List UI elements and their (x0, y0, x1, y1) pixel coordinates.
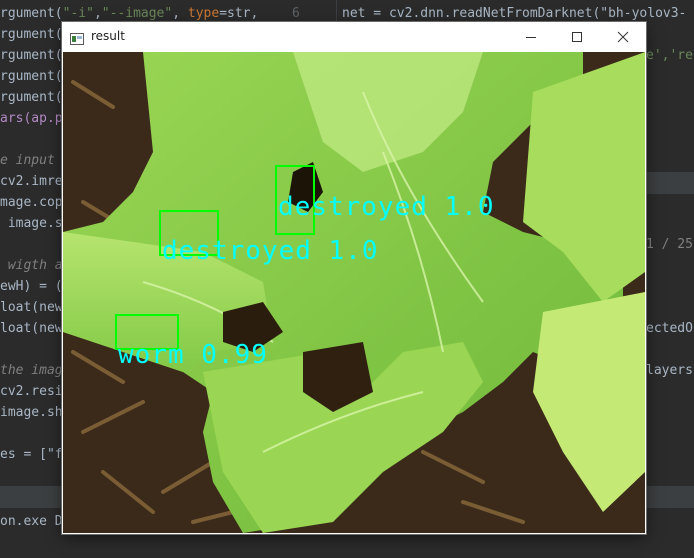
code-line: mage.cop (0, 195, 63, 210)
console-output: on.exe D (0, 514, 63, 529)
close-button[interactable] (600, 22, 646, 52)
code-line-readnet: net = cv2.dnn.readNetFromDarknet("bh-yol… (342, 6, 687, 21)
window-titlebar[interactable]: result (62, 22, 646, 52)
code-line: ewH) = ( (0, 279, 63, 294)
minimize-icon (526, 37, 536, 38)
code-line: es = ["f (0, 447, 63, 462)
code-fragment: e','re (646, 48, 693, 63)
code-comment: e input (0, 153, 55, 168)
code-fragment: layers (646, 363, 693, 378)
window-app-icon (70, 30, 84, 45)
code-line: image.s (0, 216, 63, 231)
detection-label-destroyed: destroyed 1.0 (162, 236, 379, 266)
code-line: rgument( (0, 48, 63, 63)
minimize-button[interactable] (508, 22, 554, 52)
code-line: rgument( (0, 90, 63, 105)
code-line: loat(new (0, 321, 63, 336)
code-line: rgument( (0, 27, 63, 42)
result-window[interactable]: result destroyed 1.0 destroyed 1.0 worm … (62, 22, 646, 534)
maximize-button[interactable] (554, 22, 600, 52)
code-comment: wigth a (0, 258, 63, 273)
code-line: cv2.resi (0, 384, 63, 399)
line-number: 6 (292, 6, 300, 21)
detection-image: destroyed 1.0 destroyed 1.0 worm 0.99 (63, 52, 645, 533)
maximize-icon (572, 32, 582, 42)
leaf-photo (63, 52, 645, 533)
detection-label-worm: worm 0.99 (118, 340, 268, 370)
code-fragment: 1 / 25 (646, 237, 693, 252)
code-line: cv2.imre (0, 174, 63, 189)
detection-label-destroyed: destroyed 1.0 (278, 192, 495, 222)
close-icon (617, 31, 629, 43)
code-line: ars(ap.p (0, 111, 63, 126)
window-title: result (91, 29, 125, 43)
code-line: rgument( (0, 69, 63, 84)
code-line: loat(new (0, 300, 63, 315)
code-comment: the imag (0, 363, 63, 378)
code-line: image.sh (0, 405, 63, 420)
code-line-argument-1: rgument("-i","--image", type=str, (0, 6, 267, 21)
code-fragment: ectedO (646, 321, 693, 336)
